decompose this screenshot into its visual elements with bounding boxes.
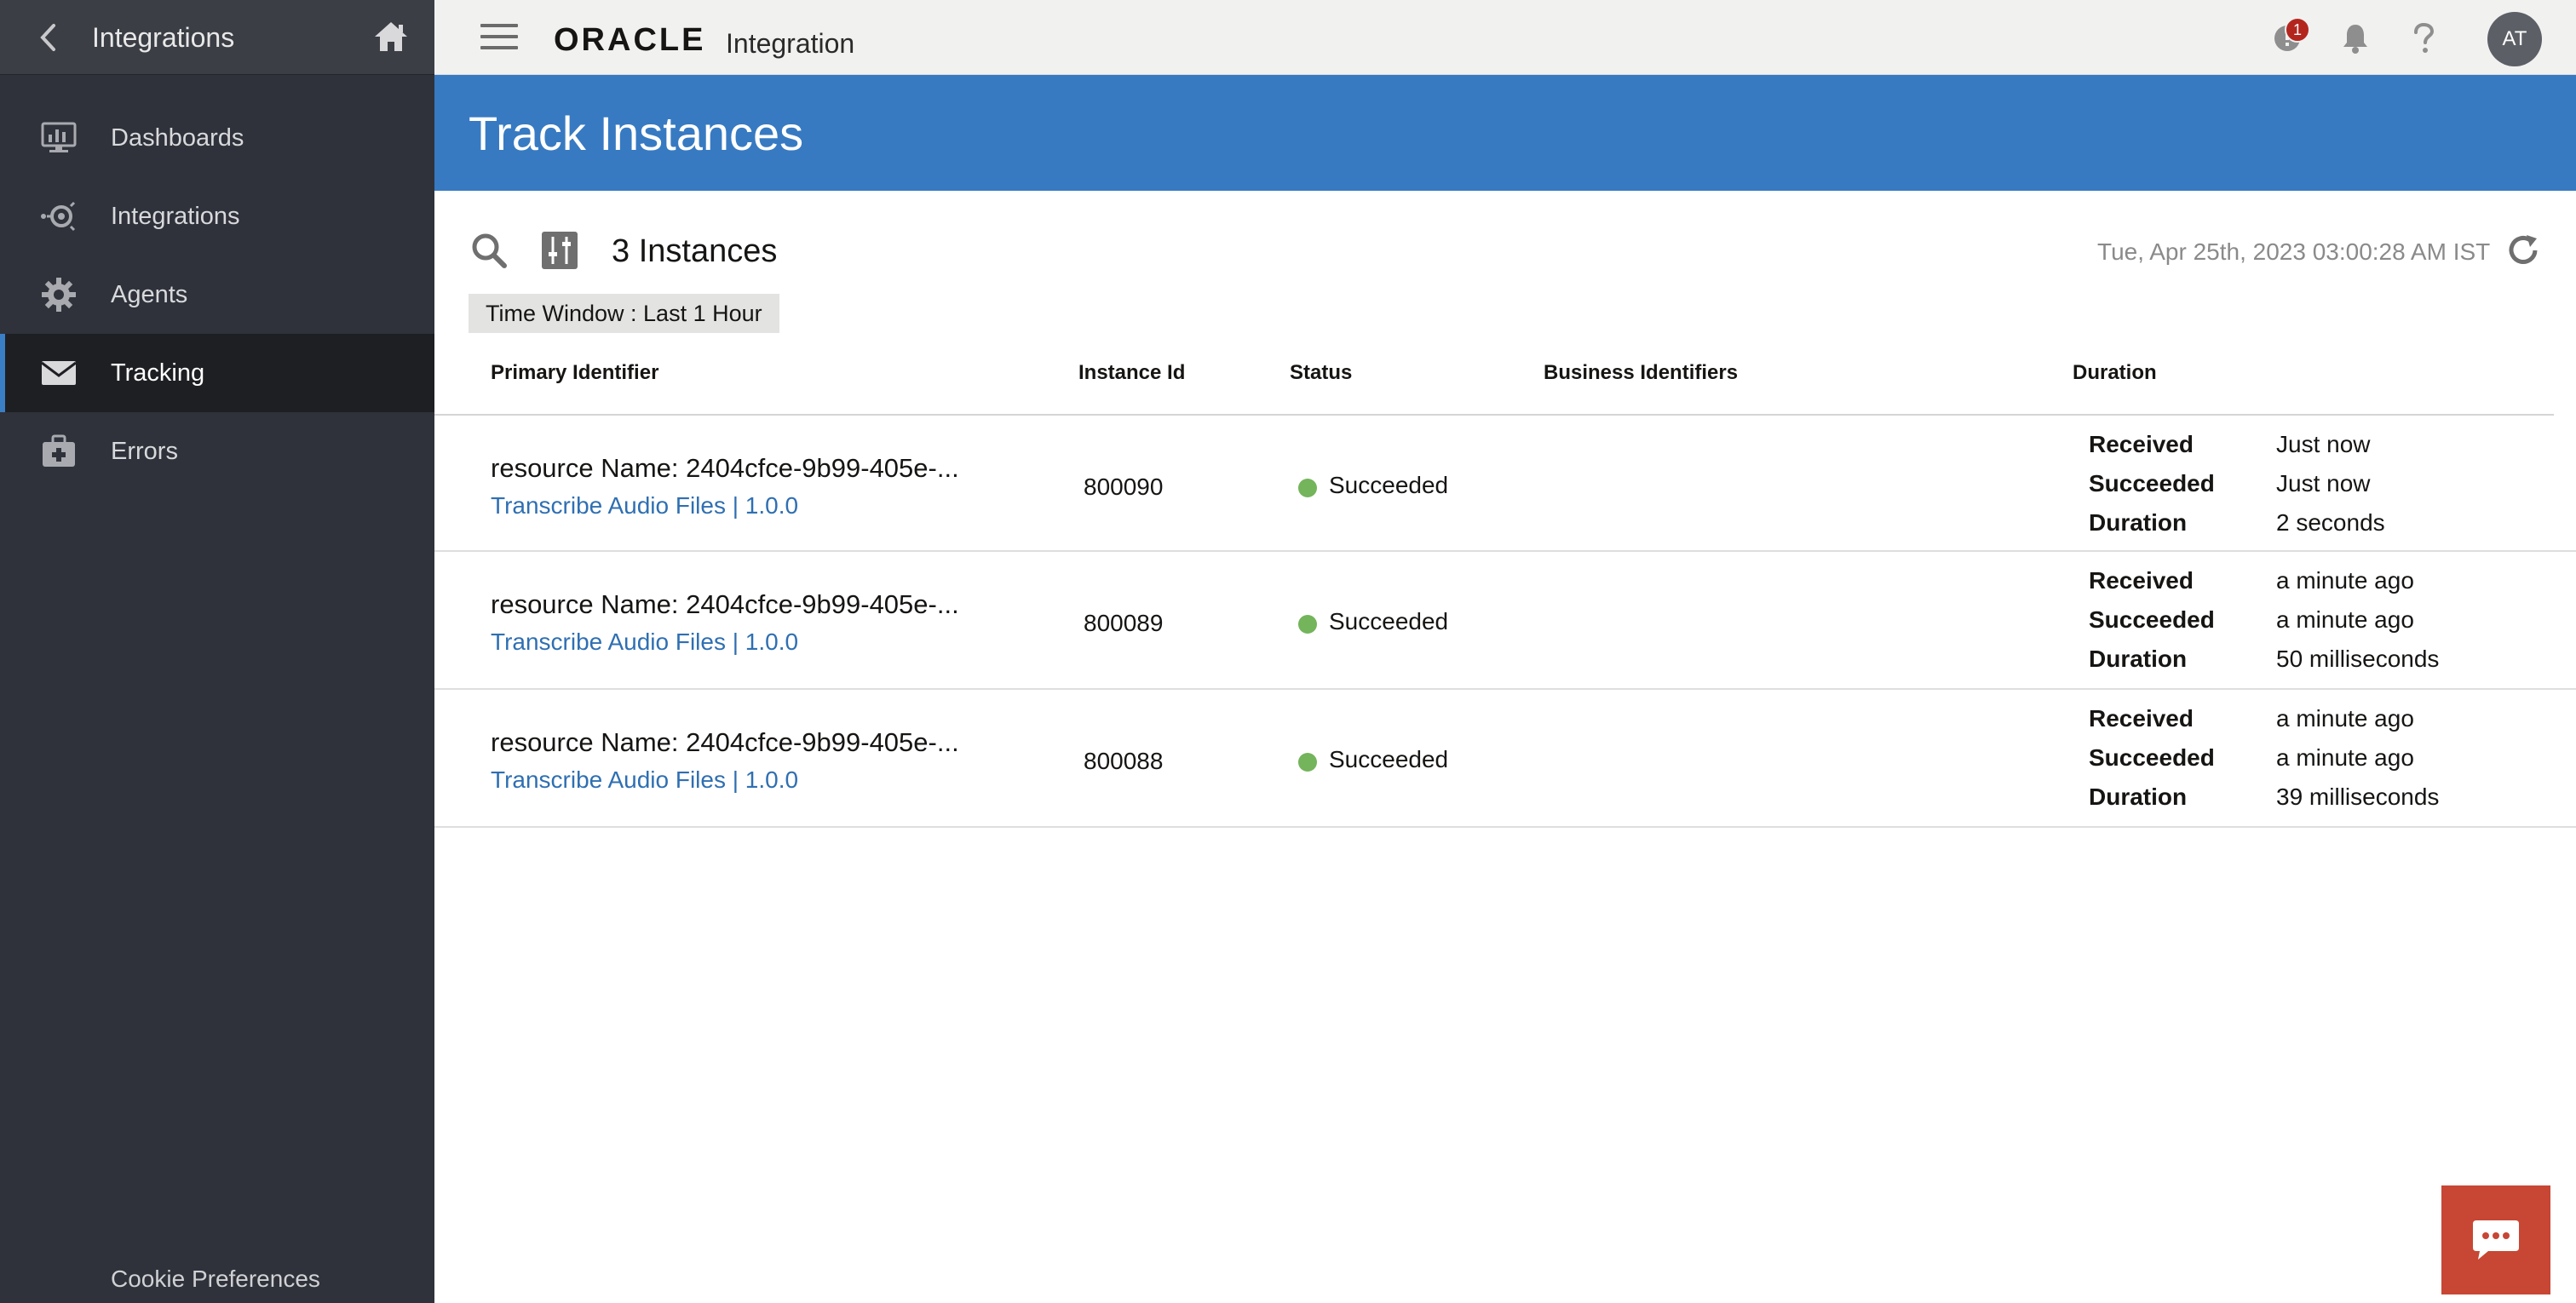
hamburger-menu-icon[interactable] bbox=[480, 24, 518, 53]
duration-value: 50 milliseconds bbox=[2276, 646, 2440, 672]
sidebar-item-integrations[interactable]: Integrations bbox=[0, 177, 434, 255]
column-header-status[interactable]: Status bbox=[1290, 361, 1352, 385]
primary-identifier: resource Name: 2404cfce-9b99-405e-... bbox=[491, 453, 959, 483]
duration-label: Duration bbox=[2089, 509, 2188, 536]
primary-identifier: resource Name: 2404cfce-9b99-405e-... bbox=[491, 727, 959, 757]
succeeded-label: Succeeded bbox=[2089, 744, 2215, 771]
duration-value: 39 milliseconds bbox=[2276, 784, 2440, 810]
monitor-icon bbox=[39, 118, 78, 158]
table-row[interactable]: resource Name: 2404cfce-9b99-405e-... Tr… bbox=[434, 554, 2576, 690]
time-window-filter-chip[interactable]: Time Window : Last 1 Hour bbox=[469, 294, 779, 333]
succeeded-value: a minute ago bbox=[2276, 744, 2414, 771]
status-text: Succeeded bbox=[1329, 472, 1449, 498]
sidebar: Integrations Dashboards Integrations Age… bbox=[0, 0, 434, 1303]
sidebar-item-errors[interactable]: Errors bbox=[0, 412, 434, 491]
sidebar-item-label: Errors bbox=[111, 437, 178, 465]
sidebar-item-label: Agents bbox=[111, 280, 188, 308]
sidebar-item-dashboards[interactable]: Dashboards bbox=[0, 99, 434, 177]
received-value: Just now bbox=[2276, 431, 2371, 457]
back-icon[interactable] bbox=[32, 20, 63, 55]
sidebar-title: Integrations bbox=[92, 22, 235, 53]
brand-logo: ORACLE bbox=[554, 22, 706, 58]
product-name: Integration bbox=[726, 28, 855, 59]
page-title: Track Instances bbox=[469, 106, 804, 160]
sidebar-item-label: Tracking bbox=[111, 359, 205, 387]
instance-id: 800090 bbox=[1084, 474, 1164, 500]
column-header-business-identifiers[interactable]: Business Identifiers bbox=[1544, 361, 1738, 385]
primary-identifier: resource Name: 2404cfce-9b99-405e-... bbox=[491, 589, 959, 619]
duration-label: Duration bbox=[2089, 784, 2188, 810]
received-value: a minute ago bbox=[2276, 567, 2414, 594]
instance-id: 800088 bbox=[1084, 748, 1164, 774]
integration-link[interactable]: Transcribe Audio Files | 1.0.0 bbox=[491, 766, 798, 794]
announcements-button[interactable]: 1 bbox=[2268, 17, 2310, 58]
received-label: Received bbox=[2089, 567, 2194, 594]
medical-kit-icon bbox=[39, 432, 78, 471]
page-header: Track Instances bbox=[434, 75, 2576, 191]
sidebar-item-tracking[interactable]: Tracking bbox=[0, 334, 434, 412]
duration-value: 2 seconds bbox=[2276, 509, 2385, 536]
refresh-icon[interactable] bbox=[2504, 232, 2542, 269]
integration-link[interactable]: Transcribe Audio Files | 1.0.0 bbox=[491, 629, 798, 656]
column-header-duration[interactable]: Duration bbox=[2073, 361, 2157, 385]
top-bar: ORACLE Integration 1 AT bbox=[434, 0, 2576, 75]
gear-icon bbox=[39, 275, 78, 314]
help-icon[interactable] bbox=[2404, 19, 2443, 58]
succeeded-label: Succeeded bbox=[2089, 470, 2215, 497]
status-text: Succeeded bbox=[1329, 608, 1449, 634]
integrations-icon bbox=[39, 197, 78, 236]
envelope-icon bbox=[39, 353, 78, 393]
last-refreshed-timestamp: Tue, Apr 25th, 2023 03:00:28 AM IST bbox=[2097, 238, 2491, 265]
sidebar-item-agents[interactable]: Agents bbox=[0, 255, 434, 334]
status-success-icon bbox=[1298, 479, 1317, 497]
home-icon[interactable] bbox=[370, 15, 412, 58]
chat-bubble-icon bbox=[2473, 1220, 2519, 1260]
status-text: Succeeded bbox=[1329, 746, 1449, 772]
duration-label: Duration bbox=[2089, 646, 2188, 672]
column-header-primary-identifier[interactable]: Primary Identifier bbox=[491, 361, 658, 385]
integration-link[interactable]: Transcribe Audio Files | 1.0.0 bbox=[491, 492, 798, 519]
cookie-preferences-link[interactable]: Cookie Preferences bbox=[111, 1266, 320, 1293]
search-icon[interactable] bbox=[470, 232, 508, 269]
succeeded-label: Succeeded bbox=[2089, 606, 2215, 633]
filter-icon[interactable] bbox=[540, 230, 579, 271]
sidebar-header: Integrations bbox=[0, 0, 434, 75]
chat-support-button[interactable] bbox=[2441, 1185, 2550, 1294]
status-success-icon bbox=[1298, 753, 1317, 772]
instance-count: 3 Instances bbox=[612, 233, 778, 269]
received-label: Received bbox=[2089, 431, 2194, 457]
status-success-icon bbox=[1298, 615, 1317, 634]
succeeded-value: Just now bbox=[2276, 470, 2371, 497]
table-row[interactable]: resource Name: 2404cfce-9b99-405e-... Tr… bbox=[434, 692, 2576, 828]
received-value: a minute ago bbox=[2276, 705, 2414, 732]
succeeded-value: a minute ago bbox=[2276, 606, 2414, 633]
column-header-instance-id[interactable]: Instance Id bbox=[1078, 361, 1185, 385]
sidebar-item-label: Dashboards bbox=[111, 123, 244, 152]
bell-icon[interactable] bbox=[2336, 19, 2375, 58]
received-label: Received bbox=[2089, 705, 2194, 732]
instance-id: 800089 bbox=[1084, 610, 1164, 636]
sidebar-item-label: Integrations bbox=[111, 202, 240, 230]
table-row[interactable]: resource Name: 2404cfce-9b99-405e-... Tr… bbox=[434, 416, 2576, 552]
notification-badge: 1 bbox=[2285, 17, 2310, 43]
avatar[interactable]: AT bbox=[2487, 12, 2542, 66]
